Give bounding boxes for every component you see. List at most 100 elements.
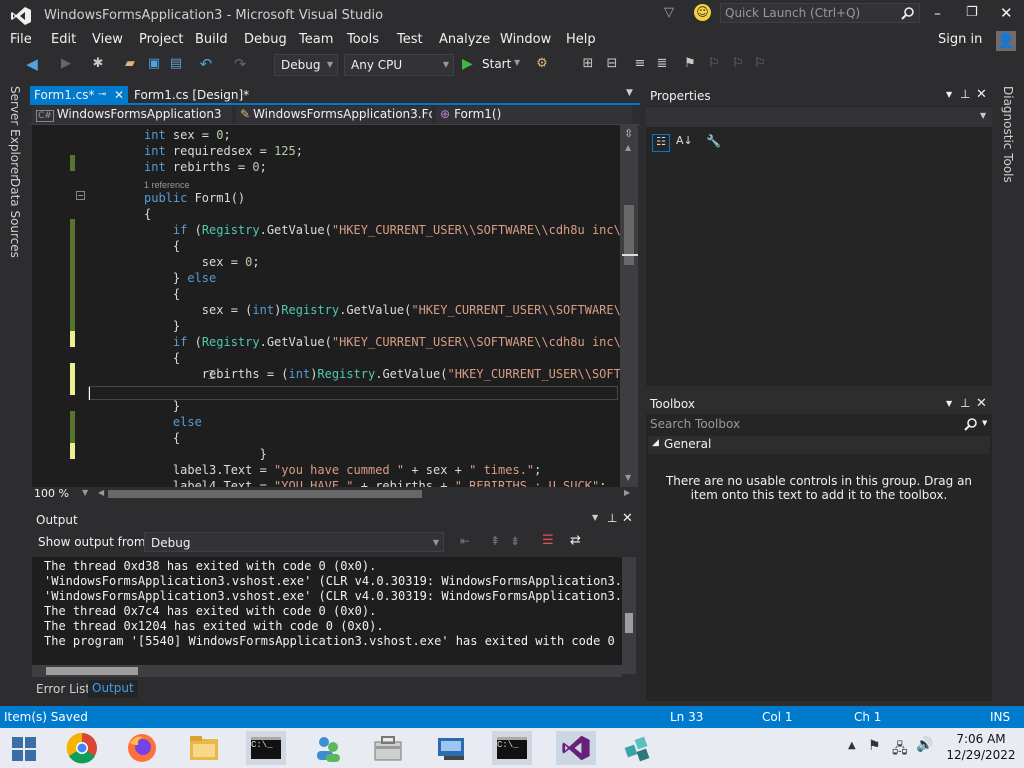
project-dropdown[interactable]: C# WindowsFormsApplication3 <box>32 106 232 124</box>
uncomment-lines-icon[interactable]: ≣ <box>654 56 670 72</box>
code-line[interactable]: public Form1() <box>144 190 245 206</box>
code-line[interactable]: { <box>144 286 180 302</box>
output-text-area[interactable]: The thread 0xd38 has exited with code 0 … <box>32 557 622 674</box>
redo-icon[interactable]: ↷ <box>232 56 248 72</box>
menu-tools[interactable]: Tools <box>347 32 379 47</box>
bookmark-icon[interactable]: ⚑ <box>682 56 698 72</box>
code-editor[interactable]: − int sex = 0; int requiredsex = 125; int … <box>32 125 638 487</box>
menu-file[interactable]: File <box>10 32 32 47</box>
reference-count-link[interactable]: 1 reference <box>144 180 190 190</box>
code-line[interactable]: label3.Text = "you have cummed " + sex +… <box>144 462 542 478</box>
code-line[interactable]: label4.Text = "YOU HAVE " + rebirths + "… <box>144 478 607 487</box>
menu-edit[interactable]: Edit <box>51 32 76 47</box>
open-file-icon[interactable]: ▰ <box>122 56 138 72</box>
code-line[interactable]: { <box>144 430 180 446</box>
browser-link-icon[interactable]: ⚙ <box>534 56 550 72</box>
output-source-select[interactable]: Debug ▼ <box>144 532 444 552</box>
platform-select[interactable]: Any CPU ▼ <box>344 54 454 76</box>
toggle-word-wrap-icon[interactable]: ⇄ <box>570 533 581 548</box>
app-taskbar-icon[interactable] <box>618 731 658 765</box>
code-line[interactable]: sex = 0; <box>144 254 260 270</box>
prev-bookmark-icon[interactable]: ⚐ <box>706 56 722 72</box>
feedback-smiley-icon[interactable]: ☺ <box>694 4 711 21</box>
firefox-taskbar-icon[interactable] <box>122 731 162 765</box>
menu-team[interactable]: Team <box>299 32 333 47</box>
save-icon[interactable]: ▣ <box>146 56 162 72</box>
new-project-icon[interactable]: ✱ <box>90 56 106 72</box>
categorized-view-icon[interactable]: ☷ <box>652 134 670 152</box>
menu-build[interactable]: Build <box>195 32 228 47</box>
quick-launch-input[interactable]: Quick Launch (Ctrl+Q) <box>725 6 860 20</box>
code-line[interactable]: if (Registry.GetValue("HKEY_CURRENT_USER… <box>144 334 635 350</box>
close-icon[interactable]: ✕ <box>976 87 987 102</box>
clear-all-icon[interactable]: ☰ <box>542 533 554 548</box>
class-dropdown[interactable]: ✎ WindowsFormsApplication3.Fc <box>236 106 432 124</box>
quick-launch-box[interactable]: Quick Launch (Ctrl+Q) <box>720 3 920 23</box>
collapse-region-icon[interactable]: − <box>76 191 85 200</box>
data-sources-tab[interactable]: Data Sources <box>8 178 22 258</box>
diagnostic-tools-tab[interactable]: Diagnostic Tools <box>1001 86 1015 183</box>
control-panel-taskbar-icon[interactable] <box>308 731 348 765</box>
server-manager-taskbar-icon[interactable] <box>368 731 408 765</box>
tab-error-list[interactable]: Error List <box>36 682 90 696</box>
pin-icon[interactable]: ⊸ <box>98 86 106 104</box>
close-icon[interactable]: ✕ <box>622 511 633 526</box>
menu-window[interactable]: Window <box>500 32 551 47</box>
chevron-down-icon[interactable]: ▼ <box>982 419 987 427</box>
panel-options-icon[interactable]: ▼ <box>592 513 598 522</box>
properties-window-icon[interactable]: ⊟ <box>604 56 620 72</box>
close-icon[interactable]: ✕ <box>976 396 987 411</box>
panel-options-icon[interactable]: ▼ <box>946 90 952 99</box>
code-line[interactable]: int rebirths = 0; <box>144 159 267 175</box>
code-line[interactable]: { <box>144 350 180 366</box>
solution-explorer-icon[interactable]: ⊞ <box>580 56 596 72</box>
menu-help[interactable]: Help <box>566 32 596 47</box>
visual-studio-taskbar-icon[interactable] <box>556 731 596 765</box>
code-line[interactable]: { <box>144 206 151 222</box>
solution-config-select[interactable]: Debug ▼ <box>274 54 338 76</box>
server-explorer-tab[interactable]: Server Explorer <box>8 86 22 179</box>
code-line[interactable]: } <box>144 318 180 334</box>
minimize-button[interactable]: – <box>934 6 941 22</box>
scroll-down-icon[interactable]: ▼ <box>625 473 631 482</box>
volume-icon[interactable]: 🔊 <box>916 737 933 753</box>
chrome-taskbar-icon[interactable] <box>62 731 102 765</box>
filter-icon[interactable]: ▽ <box>664 5 674 20</box>
clear-bookmarks-icon[interactable]: ⚐ <box>752 56 768 72</box>
undo-icon[interactable]: ↶ <box>198 56 214 72</box>
code-line[interactable]: if (Registry.GetValue("HKEY_CURRENT_USER… <box>144 222 635 238</box>
network-icon[interactable]: 🖧 <box>892 738 908 762</box>
save-all-icon[interactable]: ▤ <box>168 56 184 72</box>
tab-output[interactable]: Output <box>88 680 138 698</box>
keyboard-taskbar-icon[interactable] <box>432 731 472 765</box>
close-icon[interactable]: ✕ <box>114 86 124 104</box>
code-line[interactable]: } <box>144 446 267 462</box>
sign-in-link[interactable]: Sign in <box>938 32 982 47</box>
file-explorer-taskbar-icon[interactable] <box>184 731 224 765</box>
code-line[interactable]: } else <box>144 270 216 286</box>
code-line[interactable]: rebirths = (int)Registry.GetValue("HKEY_… <box>144 366 636 382</box>
search-icon[interactable] <box>901 6 915 20</box>
toolbox-search-input[interactable]: Search Toolbox <box>650 417 740 431</box>
scroll-thumb[interactable] <box>625 613 633 633</box>
chevron-down-icon[interactable]: ▼ <box>82 488 88 497</box>
scroll-up-icon[interactable]: ▲ <box>625 143 631 152</box>
show-hidden-icons-icon[interactable]: ▲ <box>848 740 856 751</box>
cmd-taskbar-icon-2[interactable]: C:\_ <box>492 731 532 765</box>
navigate-back-icon[interactable]: ◀ <box>24 56 40 72</box>
restore-button[interactable]: ❐ <box>966 5 978 20</box>
pin-icon[interactable]: ⊥ <box>960 396 970 410</box>
zoom-level[interactable]: 100 % <box>34 487 69 500</box>
output-horizontal-scrollbar[interactable] <box>32 665 622 677</box>
scroll-thumb[interactable] <box>46 667 138 675</box>
code-line[interactable]: else <box>144 414 202 430</box>
menu-debug[interactable]: Debug <box>244 32 287 47</box>
code-line[interactable]: int sex = 0; <box>144 127 231 143</box>
toolbox-search[interactable]: Search Toolbox ▼ <box>646 414 992 434</box>
pin-icon[interactable]: ⊥ <box>607 511 617 525</box>
editor-vertical-scrollbar[interactable]: ⇳ ▲ ▼ <box>620 125 638 487</box>
menu-view[interactable]: View <box>92 32 123 47</box>
command-prompt-taskbar-icon[interactable]: C:\_ <box>246 731 286 765</box>
code-text-area[interactable]: int sex = 0; int requiredsex = 125; int re… <box>144 127 638 487</box>
property-pages-icon[interactable]: 🔧 <box>706 134 721 148</box>
